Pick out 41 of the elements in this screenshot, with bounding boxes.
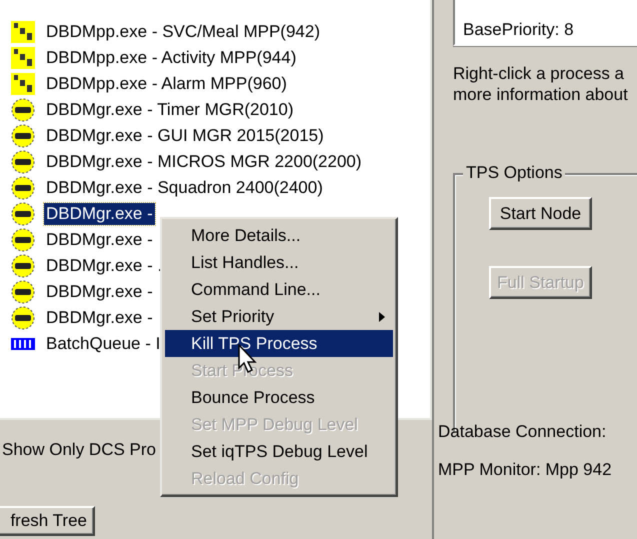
menu-item[interactable]: Bounce Process — [165, 384, 393, 411]
menu-item[interactable]: List Handles... — [165, 249, 393, 276]
tree-item[interactable]: DBDMpp.exe - Activity MPP(944) — [44, 47, 298, 69]
tree-item[interactable]: DBDMgr.exe - MICROS MGR 2200(2200) — [44, 151, 364, 173]
filter-label: Show Only DCS Pro — [2, 440, 156, 460]
hint-text: Right-click a process a — [453, 63, 626, 84]
document-icon — [10, 46, 36, 70]
hint-text: more information about — [453, 84, 629, 105]
status-label: MPP Monitor: Mpp 942 — [438, 460, 612, 480]
menu-item[interactable]: Command Line... — [165, 276, 393, 303]
tree-item[interactable]: DBDMpp.exe - Alarm MPP(960) — [44, 73, 289, 95]
circle-icon — [10, 124, 36, 148]
document-icon — [10, 72, 36, 96]
action-button[interactable]: Start Node — [489, 197, 592, 230]
tree-item[interactable]: DBDMgr.exe - Timer MGR(2010) — [44, 99, 296, 121]
tree-item[interactable]: DBDMgr.exe - — [44, 281, 155, 303]
group-title: TPS Options — [463, 163, 566, 183]
circle-icon — [10, 228, 36, 252]
document-icon — [10, 20, 36, 44]
circle-icon — [10, 98, 36, 122]
menu-item[interactable]: Kill TPS Process — [165, 330, 393, 357]
tree-item[interactable]: DBDMgr.exe - — [44, 229, 155, 251]
circle-icon — [10, 176, 36, 200]
details-box: BasePriority: 8 — [453, 0, 637, 46]
tree-item[interactable]: DBDMgr.exe - GUI MGR 2015(2015) — [44, 125, 326, 147]
tree-item[interactable]: DBDMgr.exe - — [44, 203, 155, 225]
tree-item[interactable]: DBDMpp.exe - SVC/Meal MPP(942) — [44, 21, 322, 43]
refresh-button[interactable]: fresh Tree — [0, 506, 95, 536]
menu-item[interactable]: Set Priority — [165, 303, 393, 330]
circle-icon — [10, 254, 36, 278]
status-label: Database Connection: — [438, 422, 608, 442]
circle-icon — [10, 150, 36, 174]
tree-item[interactable]: DBDMgr.exe - — [44, 307, 155, 329]
tree-item[interactable]: DBDMgr.exe - Squadron 2400(2400) — [44, 177, 325, 199]
tree-item[interactable]: BatchQueue - I — [44, 333, 162, 355]
circle-icon — [10, 202, 36, 226]
circle-icon — [10, 306, 36, 330]
circle-icon — [10, 280, 36, 304]
menu-item[interactable]: Set iqTPS Debug Level — [165, 438, 393, 465]
menu-item[interactable]: More Details... — [165, 222, 393, 249]
submenu-arrow-icon — [379, 312, 385, 322]
